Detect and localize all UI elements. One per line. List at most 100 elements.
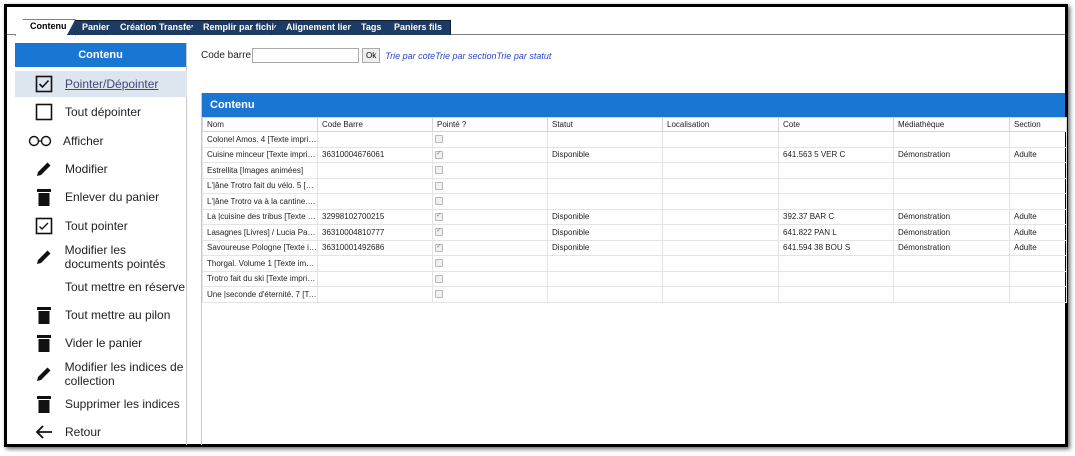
cell-mediatheque: Démonstration xyxy=(893,146,1010,163)
table-row[interactable]: Trotro fait du ski [Texte imprimé] xyxy=(202,270,1067,287)
cell-mediatheque xyxy=(893,255,1010,272)
cell-nom: Une |seconde d'éternité. 7 [Texte imprim… xyxy=(202,286,318,303)
column-header-section[interactable]: Section xyxy=(1009,117,1067,132)
sidebar-item-enlever-du-panier[interactable]: Enlever du panier xyxy=(15,184,187,210)
sidebar-item-label: Pointer/Dépointer xyxy=(65,77,159,91)
row-checkbox[interactable] xyxy=(435,259,443,268)
row-checkbox[interactable] xyxy=(435,166,443,175)
cell-nom: Trotro fait du ski [Texte imprimé] xyxy=(202,270,318,287)
table-row[interactable]: Thorgal. Volume 1 [Texte imprimé] xyxy=(202,255,1067,272)
cell-nom: Cuisine minceur [Texte imprimé] xyxy=(202,146,318,163)
cell-code-barre xyxy=(317,177,433,194)
cell-mediatheque: Démonstration xyxy=(893,224,1010,241)
row-checkbox[interactable] xyxy=(435,135,443,144)
cell-mediatheque xyxy=(893,286,1010,303)
cell-localisation xyxy=(662,286,779,303)
sidebar-item-label: Retour xyxy=(65,425,102,439)
cell-mediatheque: Démonstration xyxy=(893,208,1010,225)
cell-statut xyxy=(547,162,663,179)
table-row[interactable]: Savoureuse Pologne [Texte imprimé]363100… xyxy=(202,239,1067,256)
sidebar-item-tout-pointer[interactable]: Tout pointer xyxy=(15,213,187,239)
column-header-localisation[interactable]: Localisation xyxy=(662,117,779,132)
cell-localisation xyxy=(662,146,779,163)
sidebar-item-modifier[interactable]: Modifier xyxy=(15,156,187,182)
row-checkbox[interactable] xyxy=(435,242,443,252)
cell-cote xyxy=(778,270,894,287)
sidebar-item-modifier-indices-collection[interactable]: Modifier les indices de collection xyxy=(15,358,187,390)
column-header-cote[interactable]: Cote xyxy=(778,117,894,132)
barcode-search: Code barre Ok Trie par coteTrie par sect… xyxy=(201,48,551,63)
sidebar-item-supprimer-les-indices[interactable]: Supprimer les indices xyxy=(15,391,187,417)
pencil-icon xyxy=(31,158,57,180)
sidebar-item-label: Tout mettre au pilon xyxy=(65,308,171,322)
column-header-code-barre[interactable]: Code Barre xyxy=(317,117,433,132)
sidebar-item-tout-mettre-en-reserve[interactable]: Tout mettre en réserve xyxy=(15,275,187,299)
cell-cote: 641.563 5 VER C xyxy=(778,146,894,163)
arrow-left-icon xyxy=(31,421,57,443)
cell-code-barre xyxy=(317,131,433,148)
row-checkbox[interactable] xyxy=(435,290,443,299)
cell-code-barre: 36310001492686 xyxy=(317,239,433,256)
sort-by-section-link[interactable]: Trie par section xyxy=(435,51,496,61)
row-checkbox[interactable] xyxy=(435,197,443,206)
row-checkbox[interactable] xyxy=(435,149,443,159)
sort-by-statut-link[interactable]: Trie par statut xyxy=(496,51,551,61)
cell-nom: L'|âne Trotro va à la cantine. 7 [Texte … xyxy=(202,193,318,210)
barcode-input[interactable] xyxy=(252,48,360,63)
cell-statut xyxy=(547,177,663,194)
column-header-mediatheque[interactable]: Médiathèque xyxy=(893,117,1010,132)
sidebar: Contenu Pointer/Dépointer Tout dépointer… xyxy=(15,43,187,445)
sidebar-item-afficher[interactable]: Afficher xyxy=(15,128,187,154)
row-checkbox[interactable] xyxy=(435,274,443,283)
table-row[interactable]: Lasagnes [Livres] / Lucia Pantaleoni3631… xyxy=(202,224,1067,241)
cell-mediatheque xyxy=(893,270,1010,287)
table-row[interactable]: Estrellita [Images animées] xyxy=(202,162,1067,179)
tab-paniers-fils[interactable]: Paniers fils xyxy=(379,20,452,35)
cell-pointe xyxy=(432,177,548,194)
sidebar-item-label: Tout pointer xyxy=(65,219,128,233)
cell-pointe xyxy=(432,162,548,179)
row-checkbox[interactable] xyxy=(435,181,443,190)
cell-nom: La |cuisine des tribus [Texte imprimé] xyxy=(202,208,318,225)
sort-by-cote-link[interactable]: Trie par cote xyxy=(385,51,435,61)
cell-pointe xyxy=(432,239,548,256)
sidebar-item-modifier-documents-pointes[interactable]: Modifier les documents pointés xyxy=(15,241,187,273)
table-row[interactable]: Colonel Amos. 4 [Texte imprimé] xyxy=(202,131,1067,148)
sidebar-item-retour[interactable]: Retour xyxy=(15,419,187,445)
sidebar-item-tout-mettre-au-pilon[interactable]: Tout mettre au pilon xyxy=(15,302,187,328)
column-header-nom[interactable]: Nom xyxy=(202,117,318,132)
table-row[interactable]: La |cuisine des tribus [Texte imprimé]32… xyxy=(202,208,1067,225)
cell-statut xyxy=(547,255,663,272)
cell-section xyxy=(1009,193,1067,210)
cell-section xyxy=(1009,131,1067,148)
column-header-statut[interactable]: Statut xyxy=(547,117,663,132)
app-window: Contenu Panier Création Transfert Rempli… xyxy=(4,4,1068,447)
cell-localisation xyxy=(662,224,779,241)
sidebar-title: Contenu xyxy=(15,43,186,67)
cell-localisation xyxy=(662,131,779,148)
column-header-pointe[interactable]: Pointé ? xyxy=(432,117,548,132)
pencil-icon xyxy=(31,246,57,268)
table-row[interactable]: Une |seconde d'éternité. 7 [Texte imprim… xyxy=(202,286,1067,303)
table-row[interactable]: L'|âne Trotro fait du vélo. 5 [Texte imp… xyxy=(202,177,1067,194)
row-checkbox[interactable] xyxy=(435,226,443,237)
cell-pointe xyxy=(432,224,548,241)
table-row[interactable]: L'|âne Trotro va à la cantine. 7 [Texte … xyxy=(202,193,1067,210)
cell-nom: Colonel Amos. 4 [Texte imprimé] xyxy=(202,131,318,148)
row-checkbox[interactable] xyxy=(435,211,443,221)
sidebar-item-tout-depointer[interactable]: Tout dépointer xyxy=(15,99,187,125)
ok-button[interactable]: Ok xyxy=(362,48,381,63)
cell-statut: Disponible xyxy=(547,224,663,241)
sidebar-item-vider-le-panier[interactable]: Vider le panier xyxy=(15,330,187,356)
sidebar-item-pointer-depointer[interactable]: Pointer/Dépointer xyxy=(15,71,187,97)
cell-section xyxy=(1009,270,1067,287)
cell-cote xyxy=(778,131,894,148)
tab-contenu[interactable]: Contenu xyxy=(15,19,76,36)
table-row[interactable]: Cuisine minceur [Texte imprimé] 363100046… xyxy=(202,146,1067,163)
cell-section: Adulte xyxy=(1009,208,1067,225)
cell-statut xyxy=(547,270,663,287)
cell-statut xyxy=(547,131,663,148)
cell-section xyxy=(1009,255,1067,272)
sidebar-item-label: Supprimer les indices xyxy=(65,397,180,411)
cell-statut xyxy=(547,193,663,210)
